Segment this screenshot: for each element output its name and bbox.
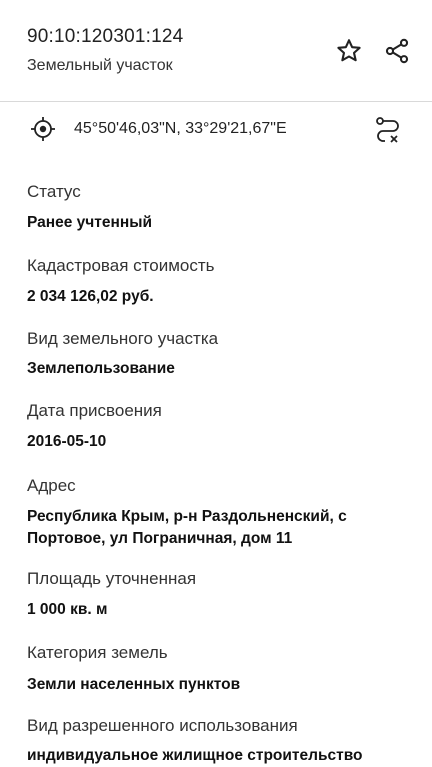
permitted-use-value: индивидуальное жилищное строительство <box>27 747 363 764</box>
star-icon <box>337 39 361 62</box>
assignment-date-label: Дата присвоения <box>27 401 162 420</box>
cadastral-value-value: 2 034 126,02 руб. <box>27 288 154 305</box>
land-category-value: Земли населенных пунктов <box>27 676 241 693</box>
object-type: Земельный участок <box>27 57 173 74</box>
area-value: 1 000 кв. м <box>27 601 108 618</box>
header: 90:10:120301:124 Земельный участок <box>0 0 432 102</box>
status-label: Статус <box>27 182 81 201</box>
assignment-date-value: 2016-05-10 <box>27 433 107 450</box>
cadastral-value-label: Кадастровая стоимость <box>27 256 215 275</box>
coordinates-row[interactable]: 45°50'46,03"N, 33°29'21,67"E <box>0 102 432 158</box>
parcel-type-label: Вид земельного участка <box>27 329 219 348</box>
share-button[interactable] <box>380 34 414 68</box>
land-category-label: Категория земель <box>27 643 168 662</box>
address-value: Республика Крым, р-н Раздольненский, с П… <box>27 508 347 547</box>
share-icon <box>385 38 409 64</box>
coordinates-text: 45°50'46,03"N, 33°29'21,67"E <box>74 120 287 137</box>
favorite-button[interactable] <box>332 34 366 68</box>
permitted-use-label: Вид разрешенного использования <box>27 716 298 735</box>
target-icon <box>31 117 55 141</box>
cadastral-number: 90:10:120301:124 <box>27 26 184 47</box>
route-icon[interactable] <box>372 114 404 146</box>
area-label: Площадь уточненная <box>27 569 197 588</box>
address-label: Адрес <box>27 476 76 495</box>
parcel-type-value: Землепользование <box>27 360 175 377</box>
status-value: Ранее учтенный <box>27 214 152 231</box>
